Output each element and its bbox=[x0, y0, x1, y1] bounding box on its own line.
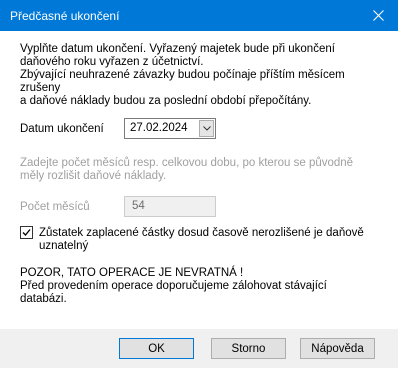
months-note-line: Zadejte počet měsíců resp. celkovou dobu… bbox=[20, 157, 354, 169]
warning-line: Před provedením operace doporučujeme zál… bbox=[20, 280, 327, 292]
months-value: 54 bbox=[132, 200, 145, 212]
intro-line: a daňové náklady budou za poslední obdob… bbox=[20, 95, 312, 107]
end-date-label: Datum ukončení bbox=[20, 123, 104, 135]
tax-deductible-checkbox[interactable] bbox=[20, 226, 33, 239]
months-label: Počet měsíců bbox=[20, 201, 90, 213]
months-note-line: měly rozlišit daňové náklady. bbox=[20, 170, 167, 182]
close-button[interactable] bbox=[358, 0, 398, 31]
warning-line: databázi. bbox=[20, 293, 67, 305]
ok-button[interactable]: OK bbox=[119, 338, 194, 359]
intro-line: daňového roku vyřazen z účetnictví. bbox=[20, 56, 204, 68]
months-input[interactable]: 54 bbox=[124, 196, 216, 217]
dialog-content: Vyplňte datum ukončení. Vyřazený majetek… bbox=[0, 31, 398, 329]
tax-deductible-label[interactable]: Zůstatek zaplacené částky dosud časově n… bbox=[39, 227, 379, 253]
title-bar: Předčasné ukončení bbox=[0, 0, 398, 31]
end-date-value: 27.02.2024 bbox=[130, 122, 188, 134]
months-note: Zadejte počet měsíců resp. celkovou dobu… bbox=[20, 157, 388, 183]
warning-line: POZOR, TATO OPERACE JE NEVRATNÁ ! bbox=[20, 267, 244, 279]
intro-text: Vyplňte datum ukončení. Vyřazený majetek… bbox=[20, 43, 388, 108]
help-button[interactable]: Nápověda bbox=[300, 338, 375, 359]
intro-line: Zbývající neuhrazené závazky budou počín… bbox=[20, 69, 345, 94]
cancel-button[interactable]: Storno bbox=[211, 338, 286, 359]
checkbox-label-line: uznatelný bbox=[39, 240, 89, 252]
close-icon bbox=[372, 10, 384, 21]
end-date-picker[interactable]: 27.02.2024 bbox=[124, 118, 216, 139]
chevron-down-icon bbox=[202, 126, 211, 131]
warning-text: POZOR, TATO OPERACE JE NEVRATNÁ ! Před p… bbox=[20, 267, 388, 306]
date-dropdown-button[interactable] bbox=[199, 120, 214, 137]
checkbox-label-line: Zůstatek zaplacené částky dosud časově n… bbox=[39, 227, 364, 239]
window-title: Předčasné ukončení bbox=[10, 9, 120, 23]
checkmark-icon bbox=[22, 229, 31, 236]
intro-line: Vyplňte datum ukončení. Vyřazený majetek… bbox=[20, 43, 335, 55]
